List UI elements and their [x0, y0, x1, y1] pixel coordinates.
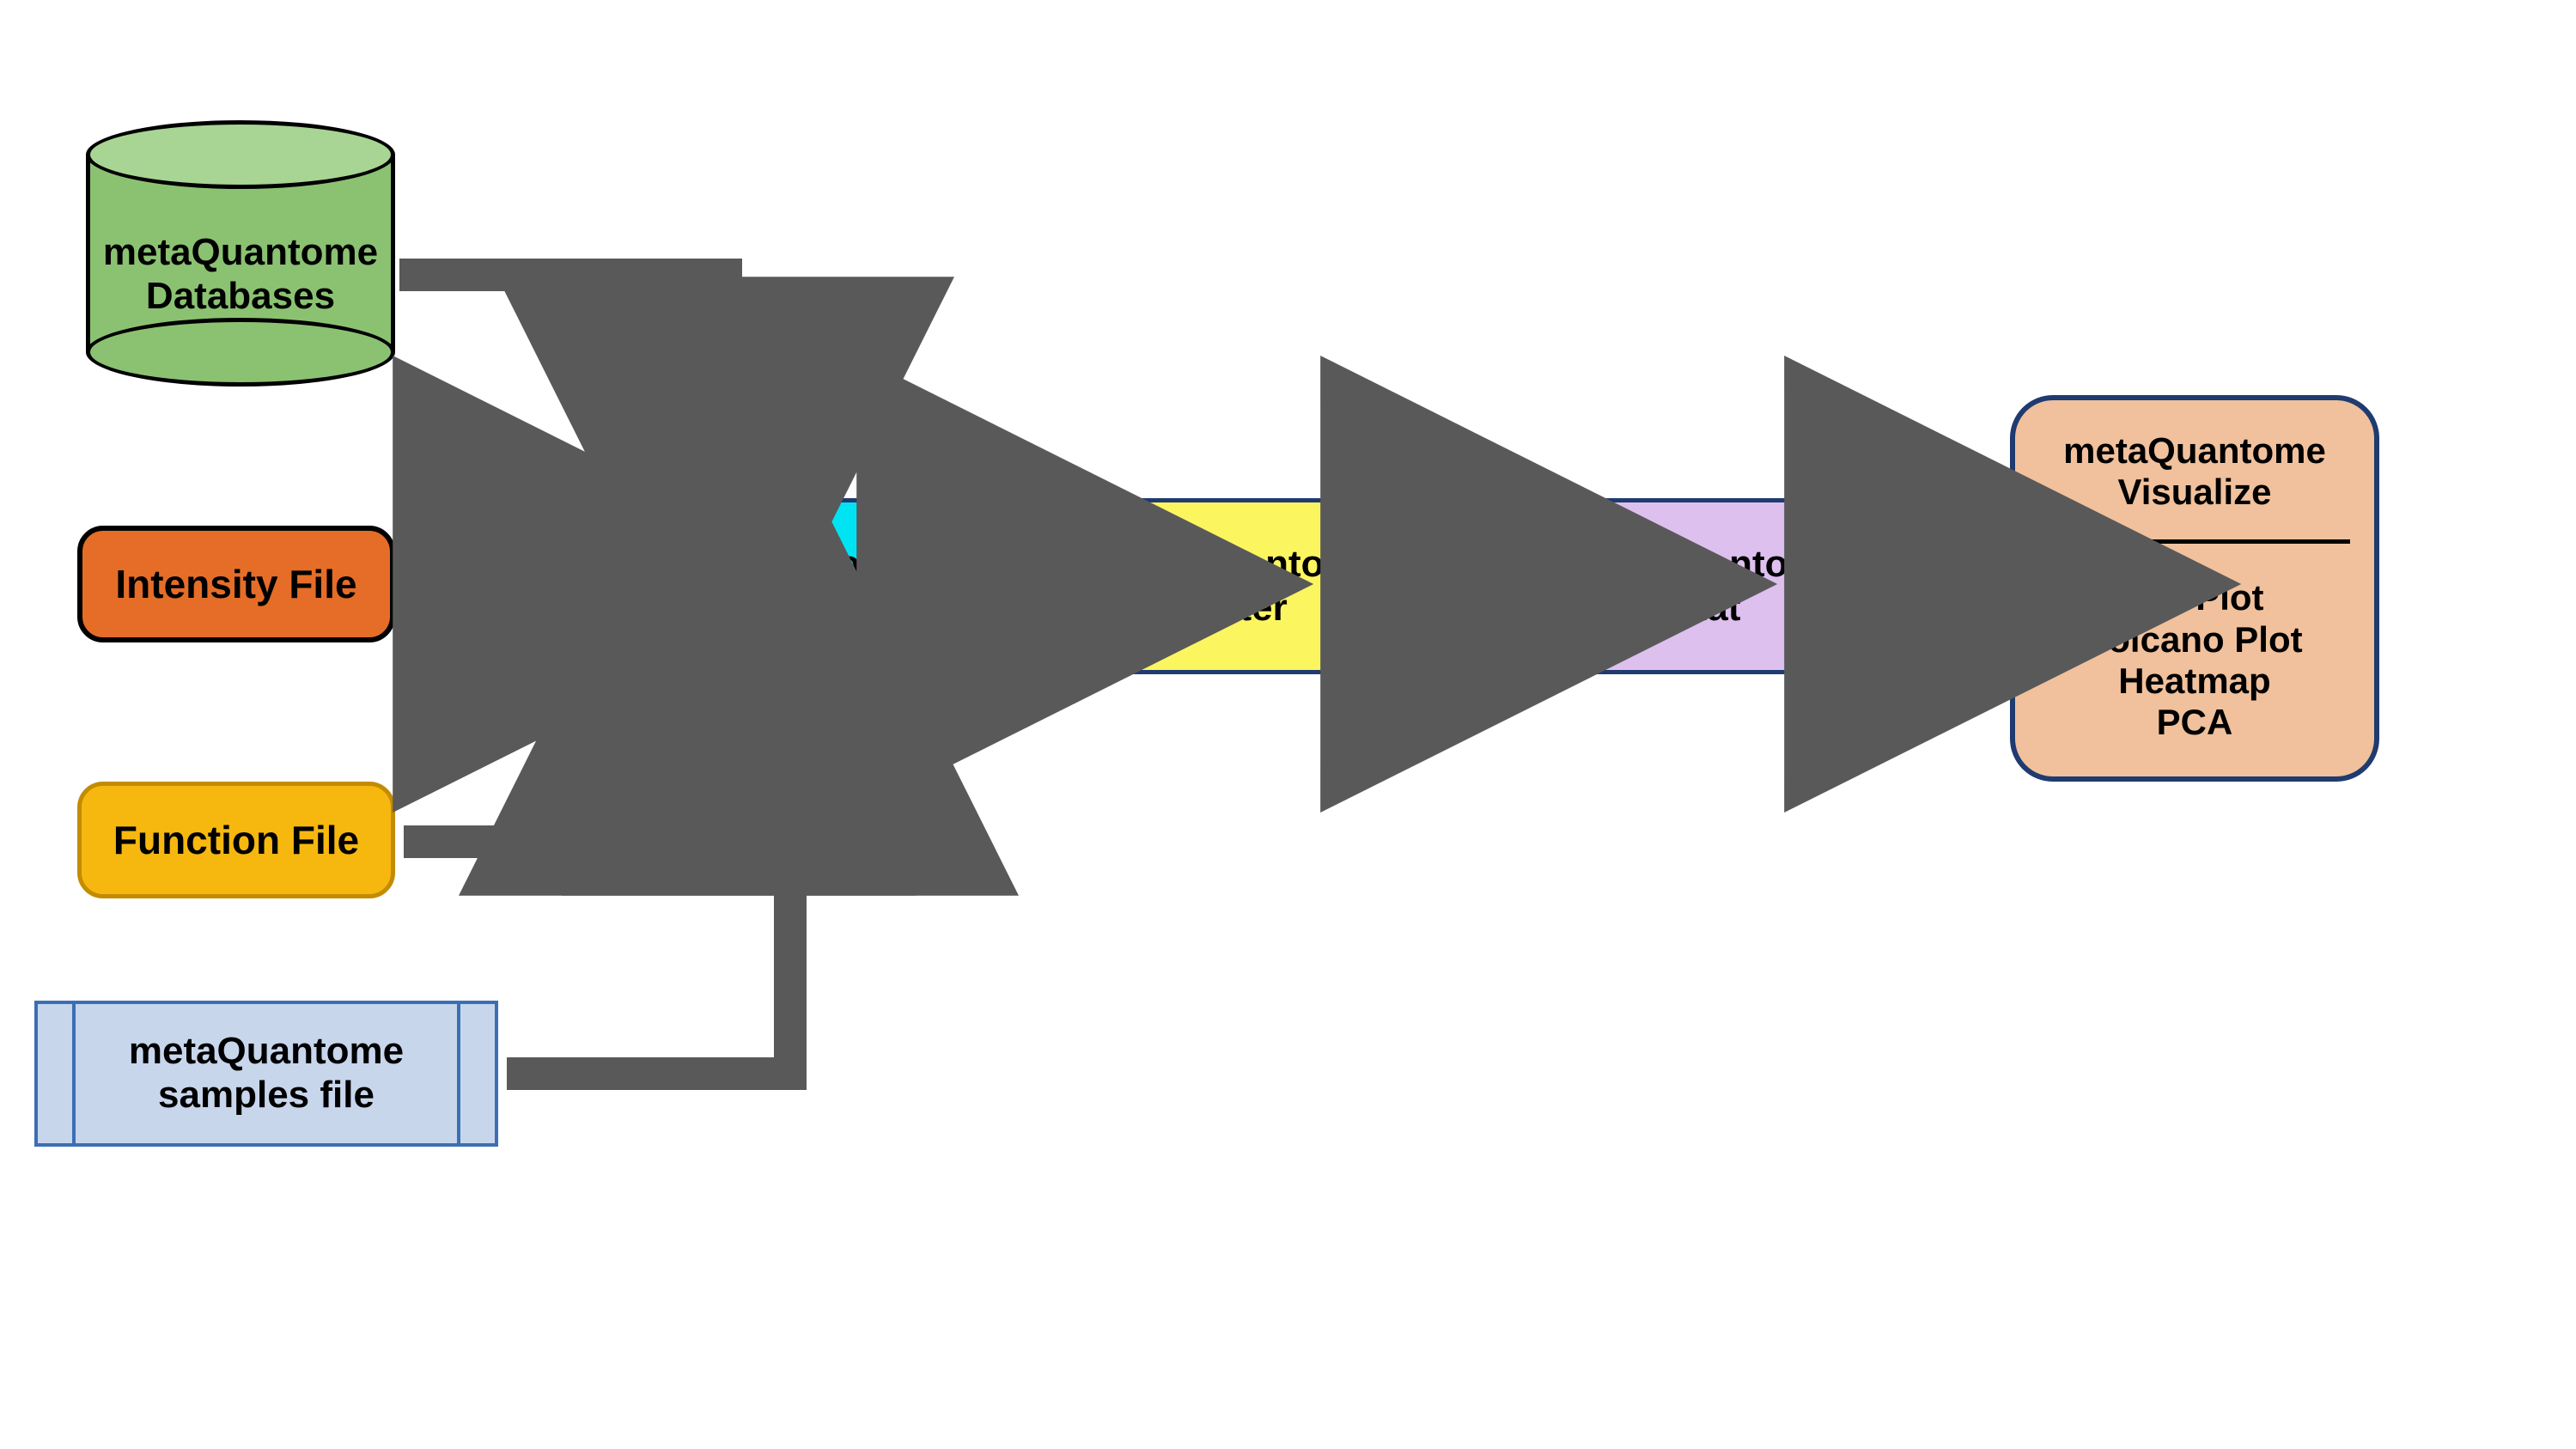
arrow-samples-expand	[507, 713, 790, 1074]
arrows	[0, 0, 2576, 1449]
arrow-function-expand	[404, 713, 687, 842]
arrow-db-expand	[399, 275, 726, 460]
